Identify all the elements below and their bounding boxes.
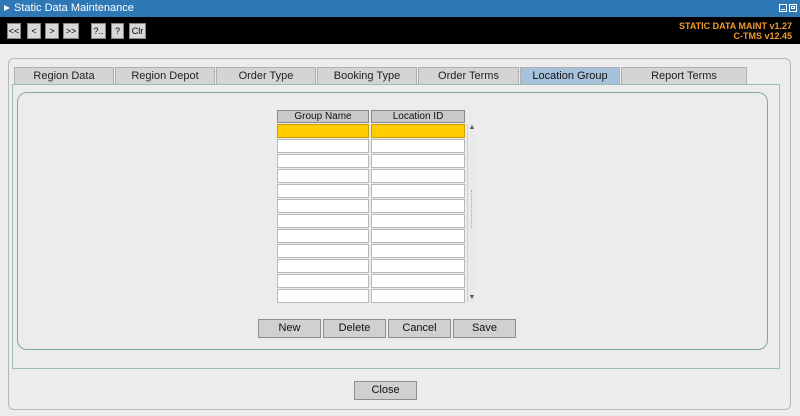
previous-record-button[interactable]: < <box>27 23 41 39</box>
tab-region-data[interactable]: Region Data <box>14 67 114 84</box>
group-name-cell[interactable] <box>277 214 369 228</box>
group-name-cell[interactable] <box>277 274 369 288</box>
location-id-cell[interactable] <box>371 124 465 138</box>
tab-booking-type[interactable]: Booking Type <box>317 67 417 84</box>
clear-button[interactable]: Clr <box>129 23 146 39</box>
scroll-down-icon[interactable]: ▼ <box>468 294 476 302</box>
column-header-group-name: Group Name <box>277 110 369 123</box>
location-id-cell[interactable] <box>371 214 465 228</box>
last-record-button[interactable]: >> <box>63 23 79 39</box>
save-button[interactable]: Save <box>453 319 516 338</box>
location-id-cell[interactable] <box>371 244 465 258</box>
first-record-button[interactable]: << <box>7 23 21 39</box>
help-button[interactable]: ? <box>111 23 124 39</box>
location-id-cell[interactable] <box>371 259 465 273</box>
location-id-cell[interactable] <box>371 229 465 243</box>
version-line-1: STATIC DATA MAINT v1.27 <box>678 21 792 31</box>
column-header-location-id: Location ID <box>371 110 465 123</box>
location-id-cell[interactable] <box>371 199 465 213</box>
location-id-cell[interactable] <box>371 274 465 288</box>
location-id-cell[interactable] <box>371 139 465 153</box>
version-line-2: C-TMS v12.45 <box>733 31 792 41</box>
scroll-up-icon[interactable]: ▲ <box>468 124 476 132</box>
group-name-cell[interactable] <box>277 229 369 243</box>
new-button[interactable]: New <box>258 319 321 338</box>
group-name-cell[interactable] <box>277 124 369 138</box>
tab-location-group-name[interactable]: Location Group Name <box>520 67 620 98</box>
tab-region-depot[interactable]: Region Depot <box>115 67 215 84</box>
group-name-cell[interactable] <box>277 139 369 153</box>
group-name-cell[interactable] <box>277 154 369 168</box>
window-menu-icon[interactable] <box>3 4 11 12</box>
minimize-icon[interactable] <box>779 4 787 12</box>
next-record-button[interactable]: > <box>45 23 59 39</box>
tab-order-type[interactable]: Order Type <box>216 67 316 84</box>
group-name-cell[interactable] <box>277 169 369 183</box>
location-id-cell[interactable] <box>371 169 465 183</box>
cancel-button[interactable]: Cancel <box>388 319 451 338</box>
tab-order-terms[interactable]: Order Terms <box>418 67 519 84</box>
group-name-cell[interactable] <box>277 259 369 273</box>
location-id-cell[interactable] <box>371 289 465 303</box>
location-id-cell[interactable] <box>371 184 465 198</box>
grid-scrollbar[interactable]: ▲ ▼ <box>467 124 475 302</box>
group-name-cell[interactable] <box>277 289 369 303</box>
delete-button[interactable]: Delete <box>323 319 386 338</box>
query-button[interactable]: ?.. <box>91 23 106 39</box>
group-name-cell[interactable] <box>277 244 369 258</box>
toolbar: << < > >> ?.. ? Clr STATIC DATA MAINT v1… <box>0 17 800 44</box>
location-id-cell[interactable] <box>371 154 465 168</box>
scroll-thumb[interactable] <box>471 190 474 228</box>
close-button[interactable]: Close <box>354 381 417 400</box>
tab-report-terms-configuration[interactable]: Report Terms Configuration <box>621 67 747 98</box>
group-name-cell[interactable] <box>277 199 369 213</box>
maximize-icon[interactable] <box>789 4 797 12</box>
version-info: STATIC DATA MAINT v1.27 C-TMS v12.45 <box>679 21 792 41</box>
window-title: Static Data Maintenance <box>14 2 134 14</box>
window-titlebar: Static Data Maintenance <box>0 0 800 17</box>
group-name-cell[interactable] <box>277 184 369 198</box>
